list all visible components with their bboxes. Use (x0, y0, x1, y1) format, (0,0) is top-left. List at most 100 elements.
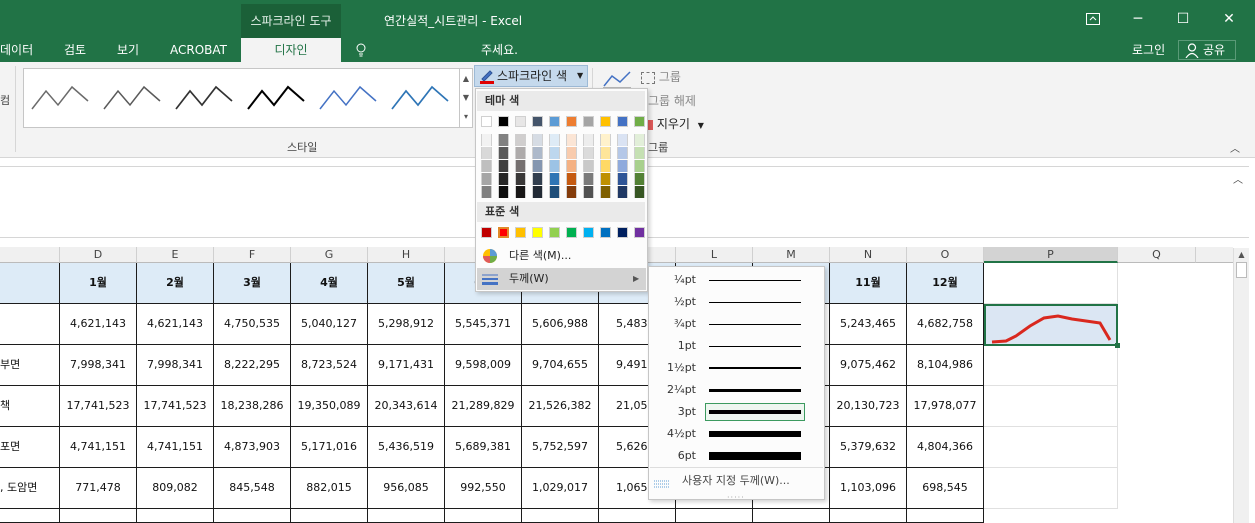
weight-option[interactable]: 1pt (650, 335, 824, 357)
data-cell[interactable]: 4,621,143 (60, 304, 137, 345)
weight-option[interactable]: 3pt (650, 401, 824, 423)
theme-shade-swatch[interactable] (617, 134, 628, 146)
theme-shade-swatch[interactable] (566, 173, 577, 185)
data-cell[interactable]: 5,752,597 (522, 427, 599, 468)
data-cell[interactable]: 17,978,077 (907, 386, 984, 427)
standard-color-swatch[interactable] (634, 227, 645, 238)
vertical-scrollbar[interactable]: ▲ (1233, 248, 1249, 523)
custom-weight-item[interactable]: 사용자 지정 두께(W)... (650, 469, 823, 493)
data-cell[interactable]: 8,104,986 (907, 345, 984, 386)
theme-shade-swatch[interactable] (583, 160, 594, 172)
data-cell[interactable]: 5,298,912 (368, 304, 445, 345)
data-cell[interactable]: 4,750,535 (214, 304, 291, 345)
theme-shade-swatch[interactable] (532, 173, 543, 185)
standard-color-swatch[interactable] (532, 227, 543, 238)
data-cell[interactable]: 5,436,519 (368, 427, 445, 468)
data-cell[interactable]: 19,350,089 (291, 386, 368, 427)
row-label-cell[interactable]: 부면 (0, 345, 60, 386)
sparkline-style-gallery[interactable] (23, 68, 460, 128)
column-header-partial[interactable] (0, 247, 60, 263)
theme-shade-swatch[interactable] (634, 173, 645, 185)
month-header-cell[interactable]: 11월 (830, 263, 907, 304)
row-label-cell[interactable] (0, 509, 60, 523)
grid-cell[interactable] (984, 386, 1118, 427)
tab-view[interactable]: 보기 (117, 38, 139, 62)
data-cell[interactable]: 7,998,341 (60, 345, 137, 386)
theme-color-swatch[interactable] (600, 116, 611, 127)
tab-design[interactable]: 디자인 (241, 38, 341, 62)
data-cell[interactable]: 20,343,614 (368, 386, 445, 427)
share-button[interactable]: 공유 (1178, 40, 1236, 60)
standard-color-swatch[interactable] (583, 227, 594, 238)
data-cell[interactable] (368, 509, 445, 523)
maximize-button[interactable]: ☐ (1160, 0, 1206, 38)
row-label-cell[interactable]: , 도암면 (0, 468, 60, 509)
row-label-cell[interactable] (0, 304, 60, 345)
theme-shade-swatch[interactable] (583, 134, 594, 146)
theme-shade-swatch[interactable] (481, 160, 492, 172)
data-cell[interactable]: 4,804,366 (907, 427, 984, 468)
expand-formula-icon[interactable]: ︿ (1233, 171, 1243, 186)
data-cell[interactable]: 5,545,371 (445, 304, 522, 345)
lightbulb-icon[interactable] (355, 38, 367, 62)
data-cell[interactable]: 18,238,286 (214, 386, 291, 427)
theme-shade-swatch[interactable] (634, 160, 645, 172)
theme-shade-swatch[interactable] (532, 160, 543, 172)
weight-option[interactable]: 1½pt (650, 357, 824, 379)
data-cell[interactable]: 4,682,758 (907, 304, 984, 345)
data-cell[interactable]: 9,171,431 (368, 345, 445, 386)
theme-shade-swatch[interactable] (532, 186, 543, 198)
theme-color-swatch[interactable] (634, 116, 645, 127)
data-cell[interactable]: 956,085 (368, 468, 445, 509)
data-cell[interactable] (676, 509, 753, 523)
column-header-o[interactable]: O (907, 247, 984, 263)
theme-shade-swatch[interactable] (566, 134, 577, 146)
data-cell[interactable]: 4,873,903 (214, 427, 291, 468)
standard-color-swatch[interactable] (549, 227, 560, 238)
data-cell[interactable]: 20,130,723 (830, 386, 907, 427)
grid-cell[interactable] (984, 263, 1118, 304)
data-cell[interactable]: 771,478 (60, 468, 137, 509)
tell-me-input[interactable]: 주세요. (481, 38, 518, 62)
data-cell[interactable]: 4,741,151 (137, 427, 214, 468)
month-header-cell[interactable]: 1월 (60, 263, 137, 304)
resize-grip-icon[interactable]: ····· (727, 493, 745, 502)
column-header-e[interactable]: E (137, 247, 214, 263)
theme-shade-swatch[interactable] (617, 160, 628, 172)
data-cell[interactable]: 5,606,988 (522, 304, 599, 345)
tab-data[interactable]: 데이터 (0, 38, 33, 62)
ribbon-display-icon[interactable] (1070, 0, 1116, 38)
theme-shade-swatch[interactable] (498, 160, 509, 172)
data-cell[interactable] (830, 509, 907, 523)
theme-shade-swatch[interactable] (532, 147, 543, 159)
close-button[interactable]: ✕ (1206, 0, 1252, 38)
data-cell[interactable]: 8,222,295 (214, 345, 291, 386)
data-cell[interactable]: 9,075,462 (830, 345, 907, 386)
standard-color-swatch[interactable] (515, 227, 526, 238)
month-header-cell[interactable]: 5월 (368, 263, 445, 304)
data-cell[interactable] (522, 509, 599, 523)
theme-shade-swatch[interactable] (634, 134, 645, 146)
column-header-n[interactable]: N (830, 247, 907, 263)
theme-shade-swatch[interactable] (481, 147, 492, 159)
data-cell[interactable]: 9,704,655 (522, 345, 599, 386)
theme-shade-swatch[interactable] (515, 173, 526, 185)
data-cell[interactable]: 21,289,829 (445, 386, 522, 427)
theme-shade-swatch[interactable] (566, 186, 577, 198)
data-cell[interactable]: 4,621,143 (137, 304, 214, 345)
data-cell[interactable] (599, 509, 676, 523)
tab-acrobat[interactable]: ACROBAT (170, 38, 227, 62)
theme-shade-swatch[interactable] (498, 173, 509, 185)
scroll-thumb[interactable] (1236, 262, 1247, 278)
group-button[interactable]: 그룹 (641, 68, 681, 85)
data-cell[interactable]: 5,243,465 (830, 304, 907, 345)
weight-item[interactable]: 두께(W) ▶ (477, 268, 646, 290)
theme-shade-swatch[interactable] (515, 147, 526, 159)
theme-shade-swatch[interactable] (498, 186, 509, 198)
fill-handle[interactable] (1115, 343, 1120, 348)
theme-shade-swatch[interactable] (481, 134, 492, 146)
column-header-m[interactable]: M (753, 247, 830, 263)
theme-shade-swatch[interactable] (600, 173, 611, 185)
data-cell[interactable]: 8,723,524 (291, 345, 368, 386)
ungroup-button[interactable]: 그룹 해제 (648, 92, 696, 109)
